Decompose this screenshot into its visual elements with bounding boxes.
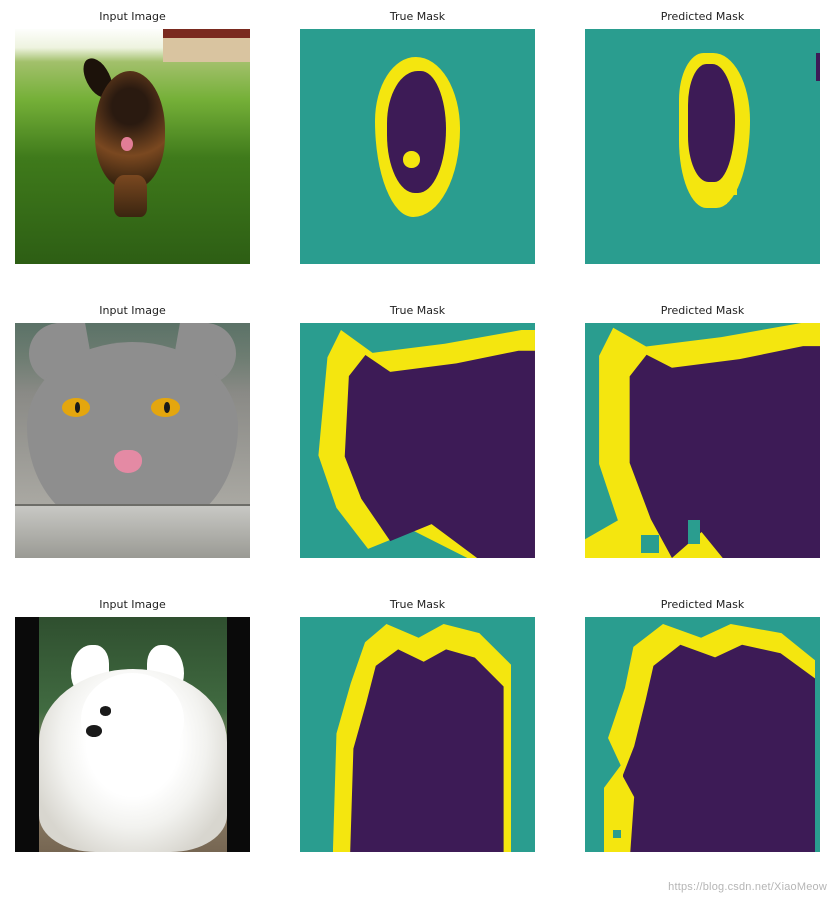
- title-true: True Mask: [390, 10, 445, 23]
- bowl: [15, 504, 250, 558]
- pred-mask-cat: [585, 323, 820, 558]
- cell-r1-pred: Predicted Mask: [580, 10, 825, 264]
- noise-dot: [618, 841, 624, 847]
- cat-eye-left: [62, 398, 90, 417]
- pred-mask-whitedog: [585, 617, 820, 852]
- input-image-whitedog: [15, 617, 250, 852]
- noise-patch: [688, 520, 700, 544]
- noise-dot: [627, 529, 633, 535]
- noise-dot: [604, 837, 610, 843]
- noise-patch: [641, 535, 659, 553]
- watermark-text: https://blog.csdn.net/XiaoMeow: [668, 881, 827, 893]
- cell-r2-true: True Mask: [295, 304, 540, 558]
- pred-mask-dog: [585, 29, 820, 264]
- results-grid: Input Image True Mask Predicted Mask I: [10, 10, 825, 852]
- noise-dot: [609, 543, 615, 549]
- cell-r3-pred: Predicted Mask: [580, 598, 825, 852]
- dog-tongue: [121, 137, 133, 151]
- whitedog-head: [81, 673, 184, 767]
- noise-dot: [731, 189, 737, 195]
- title-input: Input Image: [99, 304, 165, 317]
- cell-r3-input: Input Image: [10, 598, 255, 852]
- title-true: True Mask: [390, 304, 445, 317]
- cat-eye-right: [151, 398, 179, 417]
- mask-hole: [403, 151, 419, 167]
- building-roof: [163, 29, 250, 38]
- cell-r3-true: True Mask: [295, 598, 540, 852]
- dog-body: [95, 71, 166, 189]
- title-pred: Predicted Mask: [661, 304, 744, 317]
- cell-r1-input: Input Image: [10, 10, 255, 264]
- whitedog-nose: [86, 725, 102, 737]
- title-input: Input Image: [99, 10, 165, 23]
- title-pred: Predicted Mask: [661, 598, 744, 611]
- cell-r2-pred: Predicted Mask: [580, 304, 825, 558]
- true-mask-dog: [300, 29, 535, 264]
- cat-pupil: [164, 402, 170, 413]
- noise-dot: [721, 198, 727, 204]
- true-mask-whitedog: [300, 617, 535, 852]
- cell-r1-true: True Mask: [295, 10, 540, 264]
- mask-foreground: [688, 64, 735, 182]
- cell-r2-input: Input Image: [10, 304, 255, 558]
- title-pred: Predicted Mask: [661, 10, 744, 23]
- noise-patch: [816, 53, 820, 81]
- input-image-cat: [15, 323, 250, 558]
- true-mask-cat: [300, 323, 535, 558]
- title-true: True Mask: [390, 598, 445, 611]
- mask-foreground: [387, 71, 446, 193]
- input-image-dog: [15, 29, 250, 264]
- cat-face: [27, 342, 239, 530]
- noise-patch: [613, 830, 621, 838]
- dog-legs: [114, 175, 147, 217]
- title-input: Input Image: [99, 598, 165, 611]
- cat-pupil: [75, 402, 81, 413]
- whitedog-eye: [100, 706, 112, 715]
